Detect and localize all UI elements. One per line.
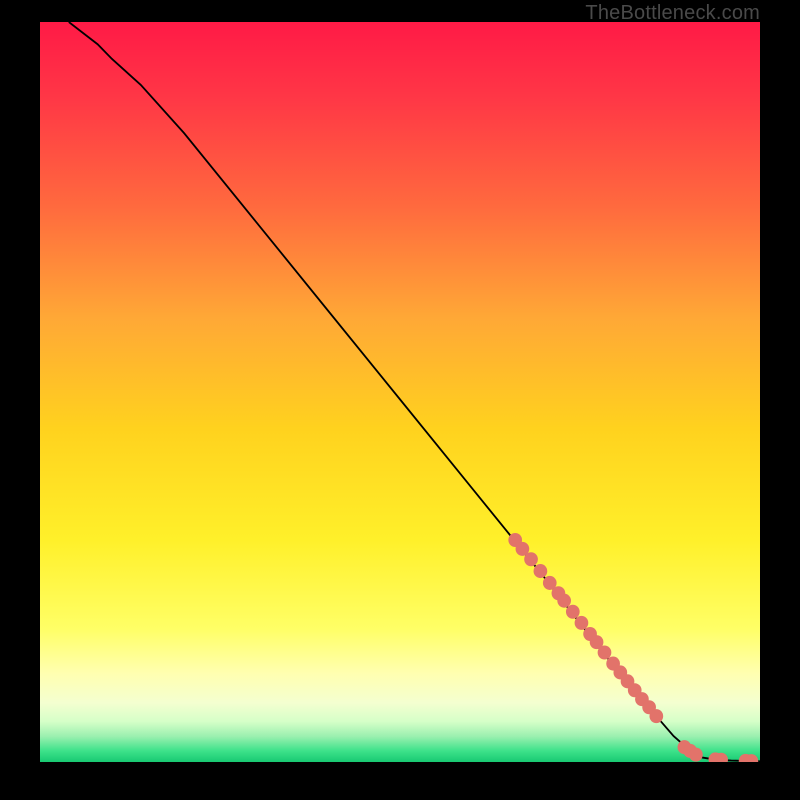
chart-svg bbox=[40, 22, 760, 762]
scatter-point bbox=[524, 552, 538, 566]
main-curve-path bbox=[69, 22, 760, 761]
scatter-point bbox=[598, 645, 612, 659]
scatter-points bbox=[508, 533, 758, 762]
scatter-point bbox=[557, 594, 571, 608]
scatter-point bbox=[566, 605, 580, 619]
scatter-point bbox=[649, 709, 663, 723]
scatter-point bbox=[689, 748, 703, 762]
plot-area bbox=[40, 22, 760, 762]
scatter-point bbox=[534, 564, 548, 578]
scatter-point bbox=[575, 616, 589, 630]
chart-stage: TheBottleneck.com bbox=[0, 0, 800, 800]
